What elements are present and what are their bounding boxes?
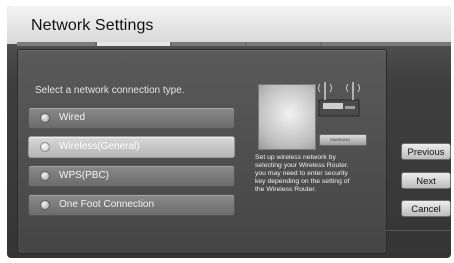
step-segment-4 bbox=[247, 42, 320, 46]
wireless-setup-illustration: SAMSUNG bbox=[255, 76, 377, 156]
title-bar: Network Settings bbox=[7, 6, 451, 44]
network-settings-window: Network Settings Select a network connec… bbox=[7, 6, 451, 258]
option-one-foot-connection[interactable]: One Foot Connection bbox=[28, 194, 235, 216]
window-title: Network Settings bbox=[31, 17, 154, 34]
radio-icon bbox=[40, 171, 50, 181]
option-wps-pbc[interactable]: WPS(PBC) bbox=[28, 165, 235, 187]
wireless-router-icon bbox=[318, 82, 360, 117]
step-segment-5 bbox=[322, 42, 451, 46]
connection-type-panel: Select a network connection type. Wired … bbox=[17, 49, 387, 254]
wireless-dongle-icon: SAMSUNG bbox=[319, 134, 367, 146]
option-description: Set up wireless network by selecting you… bbox=[255, 154, 350, 193]
next-button[interactable]: Next bbox=[401, 172, 451, 189]
cancel-button[interactable]: Cancel bbox=[401, 200, 451, 217]
divider bbox=[385, 230, 451, 231]
step-progress-bar bbox=[17, 42, 451, 46]
option-wired[interactable]: Wired bbox=[28, 107, 235, 129]
room-photo-image bbox=[258, 84, 316, 150]
radio-icon bbox=[40, 200, 50, 210]
step-segment-2-active bbox=[97, 42, 170, 46]
step-segment-1 bbox=[17, 42, 95, 46]
previous-button[interactable]: Previous bbox=[401, 143, 451, 160]
option-label: Wired bbox=[59, 112, 86, 123]
connection-prompt: Select a network connection type. bbox=[35, 85, 185, 96]
radio-icon bbox=[40, 142, 50, 152]
radio-icon bbox=[40, 113, 50, 123]
option-wireless-general[interactable]: Wireless(General) bbox=[28, 136, 235, 158]
dongle-brand-label: SAMSUNG bbox=[330, 137, 351, 142]
step-segment-3 bbox=[172, 42, 245, 46]
option-label: Wireless(General) bbox=[59, 141, 140, 152]
option-label: One Foot Connection bbox=[59, 199, 155, 210]
option-label: WPS(PBC) bbox=[59, 170, 109, 181]
